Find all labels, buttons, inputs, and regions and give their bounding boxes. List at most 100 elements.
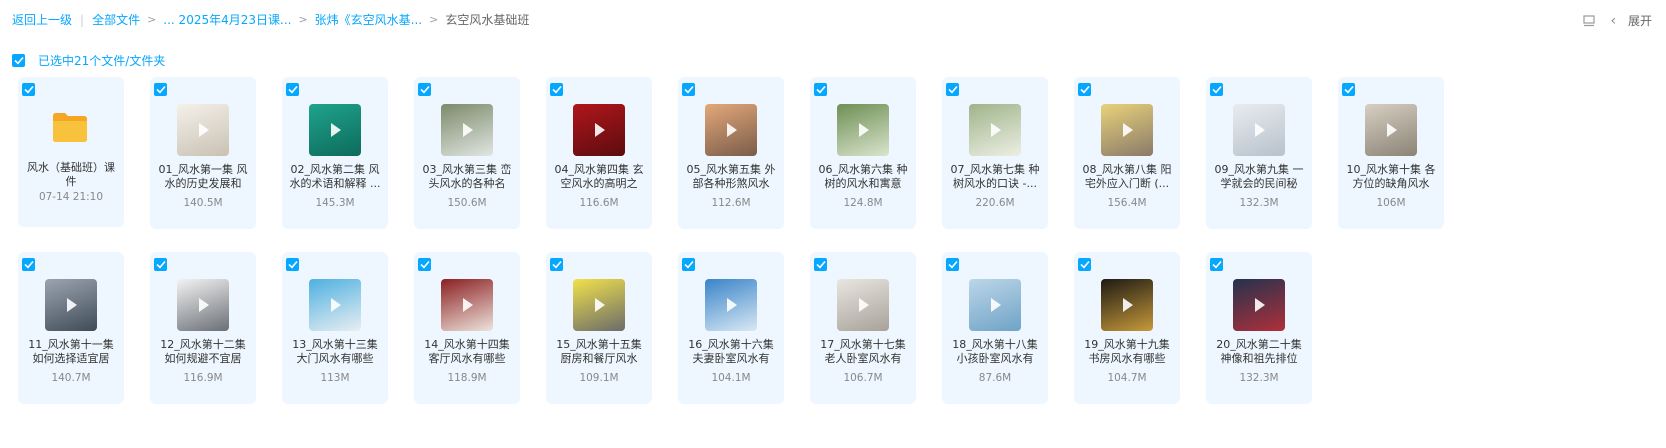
expand-button[interactable]: 展开 — [1628, 12, 1652, 29]
file-name: 13_风水第十三集 大门风水有哪些 — [292, 338, 378, 365]
item-checkbox[interactable] — [286, 258, 299, 271]
file-size: 113M — [320, 372, 350, 384]
file-name: 10_风水第十集 各方位的缺角风水 — [1346, 163, 1436, 190]
file-name: 03_风水第三集 峦头风水的各种名 — [422, 163, 512, 190]
video-thumbnail — [1365, 104, 1417, 156]
play-icon — [331, 123, 341, 137]
play-icon — [1255, 123, 1265, 137]
file-size: 112.6M — [711, 197, 751, 209]
item-checkbox[interactable] — [22, 258, 35, 271]
video-thumbnail — [969, 279, 1021, 331]
item-checkbox[interactable] — [154, 83, 167, 96]
file-size: 106.7M — [843, 372, 883, 384]
toolbar-right: ‹ 展开 — [1583, 12, 1652, 29]
file-card[interactable]: 09_风水第九集 一学就会的民间秘 132.3M — [1206, 77, 1312, 229]
file-card[interactable]: 08_风水第八集 阳宅外应入门断 (... 156.4M — [1074, 77, 1180, 229]
breadcrumb-arrow-icon: > — [298, 13, 308, 26]
video-thumbnail — [441, 279, 493, 331]
breadcrumb-crumb-2[interactable]: 张炜《玄空风水基... — [315, 12, 422, 28]
select-all-checkbox[interactable] — [12, 54, 25, 67]
file-name: 11_风水第十一集 如何选择适宜居 — [28, 338, 114, 365]
play-icon — [727, 123, 737, 137]
breadcrumb-current: 玄空风水基础班 — [445, 13, 530, 27]
video-thumbnail — [573, 279, 625, 331]
file-card[interactable]: 05_风水第五集 外部各种形煞风水 112.6M — [678, 77, 784, 229]
video-thumbnail — [45, 279, 97, 331]
modified-time: 07-14 21:10 — [38, 191, 104, 203]
file-card[interactable]: 12_风水第十二集 如何规避不宜居 116.9M — [150, 252, 256, 404]
back-link[interactable]: 返回上一级 — [12, 12, 72, 28]
item-checkbox[interactable] — [286, 83, 299, 96]
item-checkbox[interactable] — [946, 258, 959, 271]
file-size: 104.1M — [711, 372, 751, 384]
file-card[interactable]: 20_风水第二十集 神像和祖先排位 132.3M — [1206, 252, 1312, 404]
file-size: 106M — [1376, 197, 1406, 209]
video-thumbnail — [309, 104, 361, 156]
video-thumbnail — [573, 104, 625, 156]
file-name: 12_风水第十二集 如何规避不宜居 — [160, 338, 246, 365]
file-card[interactable]: 01_风水第一集 风水的历史发展和 140.5M — [150, 77, 256, 229]
breadcrumb-crumb-1[interactable]: ... 2025年4月23日课... — [163, 12, 291, 28]
file-size: 220.6M — [975, 197, 1015, 209]
file-card[interactable]: 18_风水第十八集 小孩卧室风水有 87.6M — [942, 252, 1048, 404]
file-name: 01_风水第一集 风水的历史发展和 — [158, 163, 248, 190]
breadcrumb-divider: | — [80, 13, 85, 27]
video-thumbnail — [177, 104, 229, 156]
file-name: 08_风水第八集 阳宅外应入门断 (... — [1082, 163, 1172, 190]
item-checkbox[interactable] — [682, 83, 695, 96]
play-icon — [1387, 123, 1397, 137]
file-name: 19_风水第十九集 书房风水有哪些 — [1084, 338, 1170, 365]
play-icon — [595, 123, 605, 137]
item-checkbox[interactable] — [1342, 83, 1355, 96]
file-name: 04_风水第四集 玄空风水的高明之 — [554, 163, 644, 190]
file-name: 05_风水第五集 外部各种形煞风水 — [686, 163, 776, 190]
file-card[interactable]: 19_风水第十九集 书房风水有哪些 104.7M — [1074, 252, 1180, 404]
play-icon — [991, 123, 1001, 137]
item-checkbox[interactable] — [1078, 258, 1091, 271]
item-checkbox[interactable] — [418, 83, 431, 96]
file-card[interactable]: 06_风水第六集 种树的风水和寓意 124.8M — [810, 77, 916, 229]
item-checkbox[interactable] — [418, 258, 431, 271]
item-checkbox[interactable] — [154, 258, 167, 271]
item-checkbox[interactable] — [946, 83, 959, 96]
item-checkbox[interactable] — [814, 258, 827, 271]
file-card[interactable]: 14_风水第十四集 客厅风水有哪些 118.9M — [414, 252, 520, 404]
breadcrumb-all-files[interactable]: 全部文件 — [92, 12, 140, 28]
selection-count: 已选中21个文件/文件夹 — [38, 54, 166, 68]
video-thumbnail — [1233, 104, 1285, 156]
video-thumbnail — [1101, 279, 1153, 331]
item-checkbox[interactable] — [550, 83, 563, 96]
file-size: 118.9M — [447, 372, 487, 384]
play-icon — [1255, 298, 1265, 312]
file-card[interactable]: 13_风水第十三集 大门风水有哪些 113M — [282, 252, 388, 404]
chevron-left-icon[interactable]: ‹ — [1611, 13, 1617, 29]
file-card[interactable]: 15_风水第十五集 厨房和餐厅风水 109.1M — [546, 252, 652, 404]
file-card[interactable]: 03_风水第三集 峦头风水的各种名 150.6M — [414, 77, 520, 229]
item-checkbox[interactable] — [22, 83, 35, 96]
video-thumbnail — [177, 279, 229, 331]
item-checkbox[interactable] — [1210, 83, 1223, 96]
item-checkbox[interactable] — [682, 258, 695, 271]
file-card[interactable]: 07_风水第七集 种树风水的口诀 -... 220.6M — [942, 77, 1048, 229]
file-size: 87.6M — [978, 372, 1012, 384]
file-card[interactable]: 04_风水第四集 玄空风水的高明之 116.6M — [546, 77, 652, 229]
selection-bar: 已选中21个文件/文件夹 — [12, 50, 166, 68]
item-checkbox[interactable] — [550, 258, 563, 271]
play-icon — [463, 123, 473, 137]
file-card[interactable]: 02_风水第二集 风水的术语和解释 ... 145.3M — [282, 77, 388, 229]
file-card[interactable]: 11_风水第十一集 如何选择适宜居 140.7M — [18, 252, 124, 404]
folder-card[interactable]: 风水（基础班）课件 07-14 21:10 — [18, 77, 124, 227]
file-size: 132.3M — [1239, 372, 1279, 384]
file-size: 150.6M — [447, 197, 487, 209]
file-card[interactable]: 17_风水第十七集 老人卧室风水有 106.7M — [810, 252, 916, 404]
video-thumbnail — [837, 104, 889, 156]
item-checkbox[interactable] — [1078, 83, 1091, 96]
file-card[interactable]: 16_风水第十六集 夫妻卧室风水有 104.1M — [678, 252, 784, 404]
file-card[interactable]: 10_风水第十集 各方位的缺角风水 106M — [1338, 77, 1444, 229]
play-icon — [859, 123, 869, 137]
view-toggle-icon[interactable] — [1583, 14, 1595, 27]
play-icon — [595, 298, 605, 312]
item-checkbox[interactable] — [1210, 258, 1223, 271]
item-checkbox[interactable] — [814, 83, 827, 96]
play-icon — [199, 123, 209, 137]
